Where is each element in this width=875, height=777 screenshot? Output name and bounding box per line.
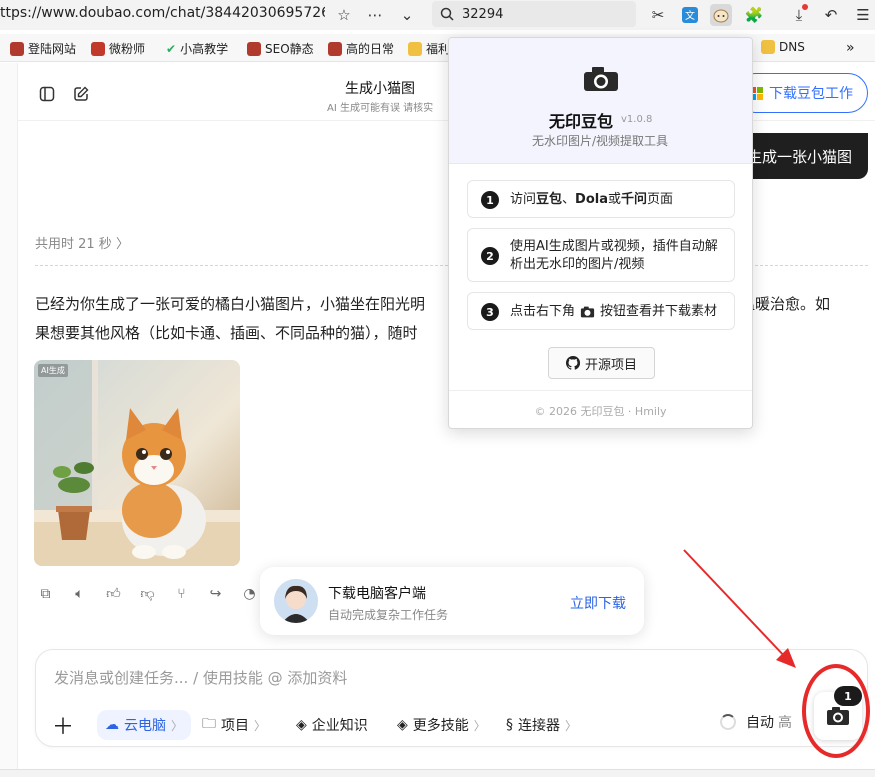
bookmark-item[interactable]: 福利 <box>408 40 450 57</box>
extension-description: 无水印图片/视频提取工具 <box>532 134 669 148</box>
step-text: 点击右下角 按钮查看并下载素材 <box>510 304 718 319</box>
doubao-extension-icon[interactable] <box>710 4 732 26</box>
download-workspace-button[interactable]: 下载豆包工作 <box>735 73 868 113</box>
search-icon <box>440 7 454 21</box>
step-text: 使用AI生成图片或视频，插件自动解 析出无水印的图片/视频 <box>510 239 718 272</box>
tool-cloud-pc[interactable]: ☁ 云电脑〉 <box>97 710 192 740</box>
bookmark-item[interactable]: ✔ 小高教学 <box>166 40 228 57</box>
layers-icon: ◈ <box>397 717 408 733</box>
github-icon <box>565 356 580 370</box>
bookmark-item[interactable]: 微粉师 <box>91 40 145 57</box>
speed-icon[interactable]: ◔ <box>240 584 259 603</box>
message-actions: ⧉ 🔈︎ 👍︎ 👎︎ ⑂ ↪ ◔ <box>36 584 259 603</box>
popup-footer: © 2026 无印豆包 · Hmily <box>449 390 752 428</box>
bookmark-favicon <box>328 41 342 56</box>
search-input[interactable]: 32294 <box>432 1 636 27</box>
download-client-card: 下载电脑客户端 自动完成复杂工作任务 立即下载 <box>260 567 644 635</box>
add-icon[interactable]: ＋ <box>52 709 74 741</box>
bookmark-item[interactable]: 高的日常 <box>328 40 394 57</box>
folder-icon <box>761 40 775 54</box>
page-subtitle: AI 生成可能有误 请核实 <box>327 103 434 114</box>
scissors-icon[interactable]: ✂ <box>647 4 669 26</box>
page-title: 生成小猫图 <box>345 81 415 97</box>
step-text: 访问豆包、Dola或千问页面 <box>510 192 674 207</box>
new-chat-icon[interactable] <box>72 85 90 103</box>
download-icon[interactable]: ⤓ <box>788 4 810 26</box>
branch-icon[interactable]: ⑂ <box>172 584 191 603</box>
puzzle-icon[interactable]: 🧩 <box>743 4 765 26</box>
bookmark-favicon <box>10 41 24 56</box>
connector-icon: § <box>506 717 513 733</box>
avatar <box>274 579 318 623</box>
extension-popup: 无印豆包 v1.0.8 无水印图片/视频提取工具 1 访问豆包、Dola或千问页… <box>448 37 753 429</box>
extension-name: 无印豆包 <box>549 112 614 131</box>
address-bar[interactable]: ttps://www.doubao.com/chat/3844203069572… <box>0 5 325 21</box>
step-number: 3 <box>481 303 499 321</box>
sidebar-edge <box>0 63 18 769</box>
folder-icon: 🗀 <box>202 716 216 732</box>
download-now-link[interactable]: 立即下载 <box>570 593 626 613</box>
tool-enterprise-knowledge[interactable]: ◈ 企业知识 <box>296 710 368 740</box>
highlight-circle <box>802 664 870 758</box>
tool-projects[interactable]: 🗀 项目〉 <box>202 710 266 740</box>
sidebar-toggle-icon[interactable] <box>38 85 56 103</box>
extension-version: v1.0.8 <box>621 114 653 125</box>
tool-connectors[interactable]: § 连接器〉 <box>506 710 577 740</box>
more-bookmarks-icon[interactable]: » <box>846 40 855 56</box>
star-icon[interactable]: ☆ <box>333 4 355 26</box>
share-icon[interactable]: ↪ <box>206 584 225 603</box>
translate-icon[interactable]: 文 <box>679 4 701 26</box>
bookmark-favicon <box>247 41 261 56</box>
thumbs-down-icon[interactable]: 👎︎ <box>138 584 157 603</box>
status-bar <box>0 769 875 777</box>
menu-icon[interactable]: ☰ <box>852 4 874 26</box>
loading-icon <box>720 714 736 730</box>
step-3: 3 点击右下角 按钮查看并下载素材 <box>467 292 735 330</box>
bookmark-favicon <box>91 41 105 56</box>
bookmark-item[interactable]: DNS <box>761 40 805 54</box>
undo-icon[interactable]: ↶ <box>820 4 842 26</box>
thumbs-up-icon[interactable]: 👍︎ <box>104 584 123 603</box>
speaker-icon[interactable]: 🔈︎ <box>70 584 89 603</box>
user-message-bubble: 生成一张小猫图 <box>735 133 868 179</box>
folder-icon <box>408 41 422 56</box>
check-icon: ✔ <box>166 41 177 56</box>
elapsed-time[interactable]: 共用时 21 秒 〉 <box>35 233 129 252</box>
generated-cat-image[interactable]: AI生成 <box>34 360 240 566</box>
browser-toolbar: ttps://www.doubao.com/chat/3844203069572… <box>0 0 875 30</box>
ai-generated-badge: AI生成 <box>38 364 68 377</box>
camera-icon <box>584 67 618 91</box>
chevron-down-icon[interactable]: ⌄ <box>396 4 418 26</box>
step-number: 2 <box>481 247 499 265</box>
search-value: 32294 <box>462 6 504 22</box>
step-number: 1 <box>481 191 499 209</box>
layers-icon: ◈ <box>296 717 307 733</box>
promo-subtitle: 自动完成复杂工作任务 <box>328 608 449 622</box>
bookmark-item[interactable]: SEO静态 <box>247 40 314 57</box>
message-composer: 发消息或创建任务... / 使用技能 @ 添加资料 ＋ ☁ 云电脑〉 🗀 项目〉 ◈… <box>35 649 868 747</box>
mode-selector[interactable]: 自动高 <box>720 712 792 732</box>
tool-more-skills[interactable]: ◈ 更多技能〉 <box>397 710 486 740</box>
open-source-button[interactable]: 开源项目 <box>548 347 655 379</box>
cloud-icon: ☁ <box>105 717 119 733</box>
promo-title: 下载电脑客户端 <box>328 586 426 602</box>
copy-icon[interactable]: ⧉ <box>36 584 55 603</box>
bookmark-item[interactable]: 登陆网站 <box>10 40 76 57</box>
popup-header: 无印豆包 v1.0.8 无水印图片/视频提取工具 <box>449 38 752 164</box>
more-icon[interactable]: ⋯ <box>364 4 386 26</box>
step-2: 2 使用AI生成图片或视频，插件自动解 析出无水印的图片/视频 <box>467 228 735 282</box>
step-1: 1 访问豆包、Dola或千问页面 <box>467 180 735 218</box>
camera-icon <box>580 306 595 318</box>
svg-text:文: 文 <box>685 9 695 22</box>
message-input[interactable]: 发消息或创建任务... / 使用技能 @ 添加资料 <box>54 667 347 688</box>
